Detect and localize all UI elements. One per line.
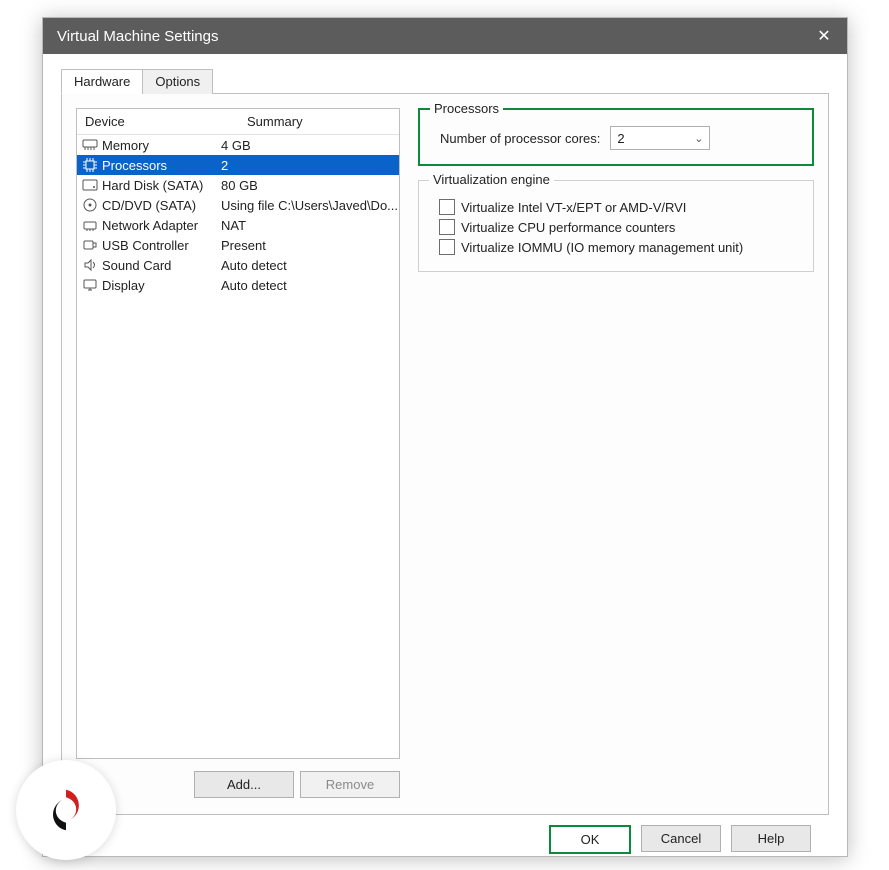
check-perfcounters-label: Virtualize CPU performance counters xyxy=(461,220,675,235)
checkbox-icon xyxy=(439,199,455,215)
header-summary[interactable]: Summary xyxy=(239,109,399,134)
device-row[interactable]: Hard Disk (SATA)80 GB xyxy=(77,175,399,195)
check-vt-x-label: Virtualize Intel VT-x/EPT or AMD-V/RVI xyxy=(461,200,686,215)
tab-options[interactable]: Options xyxy=(142,69,213,94)
device-name: Memory xyxy=(102,138,221,153)
disc-icon xyxy=(81,196,99,214)
device-list-header: Device Summary xyxy=(77,109,399,135)
device-name: Processors xyxy=(102,158,221,173)
check-perfcounters[interactable]: Virtualize CPU performance counters xyxy=(433,217,799,237)
check-iommu-label: Virtualize IOMMU (IO memory management u… xyxy=(461,240,743,255)
virtualization-engine-group: Virtualization engine Virtualize Intel V… xyxy=(418,180,814,272)
check-iommu[interactable]: Virtualize IOMMU (IO memory management u… xyxy=(433,237,799,257)
check-vt-x[interactable]: Virtualize Intel VT-x/EPT or AMD-V/RVI xyxy=(433,197,799,217)
remove-button: Remove xyxy=(300,771,400,798)
memory-icon xyxy=(81,136,99,154)
device-row[interactable]: Network AdapterNAT xyxy=(77,215,399,235)
close-button[interactable]: ✕ xyxy=(801,18,847,54)
device-name: Sound Card xyxy=(102,258,221,273)
device-summary: Auto detect xyxy=(221,278,399,293)
device-summary: Auto detect xyxy=(221,258,399,273)
device-row[interactable]: CD/DVD (SATA)Using file C:\Users\Javed\D… xyxy=(77,195,399,215)
usb-icon xyxy=(81,236,99,254)
cores-label: Number of processor cores: xyxy=(440,131,600,146)
dialog-buttons: OK Cancel Help xyxy=(61,815,829,854)
tab-panel-hardware: Device Summary Memory4 GBProcessors2Hard… xyxy=(61,93,829,815)
device-name: USB Controller xyxy=(102,238,221,253)
close-icon: ✕ xyxy=(817,26,830,46)
cores-select[interactable]: 2 ⌄ xyxy=(610,126,710,150)
device-name: CD/DVD (SATA) xyxy=(102,198,221,213)
tab-hardware[interactable]: Hardware xyxy=(61,69,143,94)
device-summary: Present xyxy=(221,238,399,253)
window-title: Virtual Machine Settings xyxy=(57,28,801,45)
processors-legend: Processors xyxy=(430,101,503,116)
sound-icon xyxy=(81,256,99,274)
device-list: Device Summary Memory4 GBProcessors2Hard… xyxy=(76,108,400,759)
device-name: Display xyxy=(102,278,221,293)
device-row[interactable]: USB ControllerPresent xyxy=(77,235,399,255)
header-device[interactable]: Device xyxy=(77,109,239,134)
network-icon xyxy=(81,216,99,234)
cpu-icon xyxy=(81,156,99,174)
titlebar: Virtual Machine Settings ✕ xyxy=(43,18,847,54)
device-name: Hard Disk (SATA) xyxy=(102,178,221,193)
device-row[interactable]: Sound CardAuto detect xyxy=(77,255,399,275)
cores-value: 2 xyxy=(617,131,624,146)
device-summary: 80 GB xyxy=(221,178,399,193)
display-icon xyxy=(81,276,99,294)
tabs: Hardware Options xyxy=(61,68,829,93)
ok-button[interactable]: OK xyxy=(549,825,631,854)
device-name: Network Adapter xyxy=(102,218,221,233)
swirl-icon xyxy=(37,781,95,839)
cancel-button[interactable]: Cancel xyxy=(641,825,721,852)
device-row[interactable]: DisplayAuto detect xyxy=(77,275,399,295)
disk-icon xyxy=(81,176,99,194)
device-summary: 2 xyxy=(221,158,399,173)
checkbox-icon xyxy=(439,239,455,255)
add-button[interactable]: Add... xyxy=(194,771,294,798)
checkbox-icon xyxy=(439,219,455,235)
help-button[interactable]: Help xyxy=(731,825,811,852)
processors-group: Processors Number of processor cores: 2 … xyxy=(418,108,814,166)
device-summary: Using file C:\Users\Javed\Do... xyxy=(221,198,399,213)
watermark xyxy=(16,760,116,860)
chevron-down-icon: ⌄ xyxy=(694,132,703,145)
virt-engine-legend: Virtualization engine xyxy=(429,172,554,187)
device-row[interactable]: Memory4 GB xyxy=(77,135,399,155)
device-row[interactable]: Processors2 xyxy=(77,155,399,175)
device-summary: NAT xyxy=(221,218,399,233)
device-summary: 4 GB xyxy=(221,138,399,153)
